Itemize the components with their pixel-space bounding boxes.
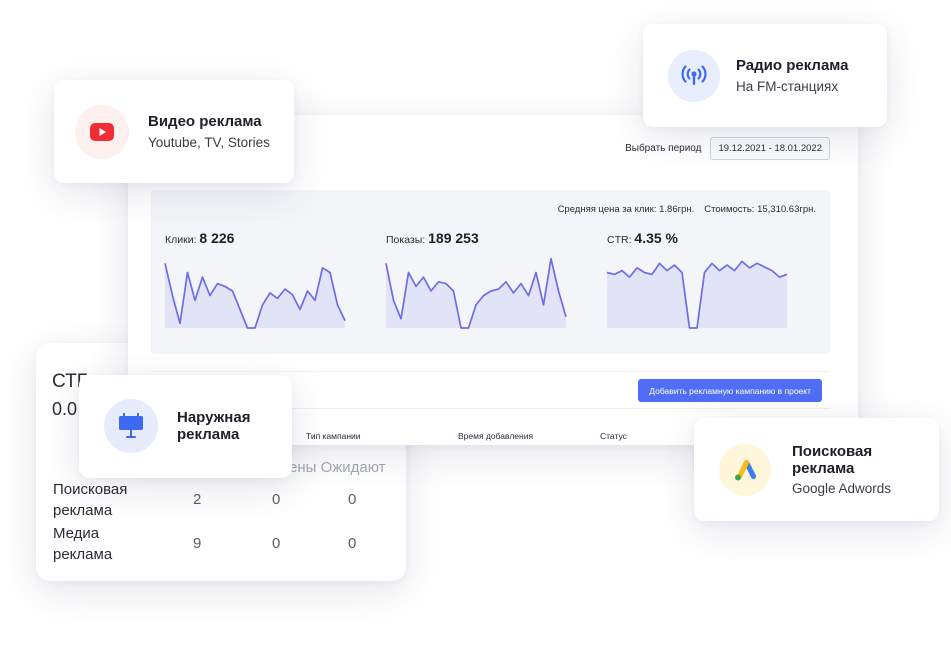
avg-click-price: Средняя цена за клик: 1.86грн. [557,204,695,215]
search-ads-title: Поисковая реклама [792,443,873,477]
metric-clicks: Клики: 8 226 [165,230,234,246]
youtube-icon [75,105,129,159]
row-search-ads-label: Поисковая реклама [53,481,128,519]
add-campaign-button[interactable]: Добавить рекламную кампанию в проект [638,379,822,402]
row-media-ads-value: 9 [193,535,202,552]
radio-ads-badge: Радио реклама На FM-станциях [643,24,887,127]
video-ads-subtitle: Youtube, TV, Stories [148,135,270,150]
total-cost: Стоимость: 15,310.63грн. [704,204,816,215]
radio-ads-title: Радио реклама [736,57,849,74]
period-label: Выбрать период [625,143,702,154]
row-media-ads-value: 0 [348,535,357,552]
period-selector: Выбрать период 19.12.2021 - 18.01.2022 [625,137,830,160]
cost-summary: Средняя цена за клик: 1.86грн. Стоимость… [558,204,816,215]
google-ads-icon [719,444,771,496]
metric-value: 4.35 % [634,230,679,246]
chart-area [165,263,345,328]
period-date-range-input[interactable]: 19.12.2021 - 18.01.2022 [710,137,830,160]
search-ads-badge: Поисковая реклама Google Adwords [694,418,939,521]
chart-area [386,258,566,328]
video-ads-title: Видео реклама [148,113,262,130]
outdoor-ads-title: Наружная реклама [177,409,251,443]
metric-label: Клики: [165,234,197,246]
stats-panel: Средняя цена за клик: 1.86грн. Стоимость… [151,190,830,354]
metric-value: 189 253 [428,230,479,246]
outdoor-ads-badge: Наружная реклама [79,375,292,478]
radio-ads-subtitle: На FM-станциях [736,79,839,94]
stage: СТГ 0.0 ены Ожидают Поисковая реклама 2 … [0,0,951,651]
metric-value: 8 226 [199,230,235,246]
metric-label: Показы: [386,234,426,246]
video-ads-badge: Видео реклама Youtube, TV, Stories [54,80,294,183]
clicks-chart [164,263,346,329]
metric-label: CTR: [607,234,632,246]
ctr-value: 0.0 [52,399,78,419]
column-added-time[interactable]: Время добавления [458,431,533,441]
column-status[interactable]: Статус [600,431,627,441]
row-search-ads-value: 2 [193,491,202,508]
row-search-ads-value: 0 [272,491,281,508]
billboard-icon [104,399,158,453]
ctr-chart [606,260,788,329]
row-media-ads-value: 0 [272,535,281,552]
impressions-chart [385,257,567,329]
radio-broadcast-icon [668,50,720,102]
status-columns-header: ены Ожидают [289,459,386,476]
row-media-ads-label: Медиа реклама [53,525,113,563]
row-search-ads-value: 0 [348,491,357,508]
column-campaign-type[interactable]: Тип кампании [306,431,361,441]
metric-ctr: CTR: 4.35 % [607,230,678,246]
search-ads-subtitle: Google Adwords [792,481,892,496]
metric-impressions: Показы: 189 253 [386,230,479,246]
